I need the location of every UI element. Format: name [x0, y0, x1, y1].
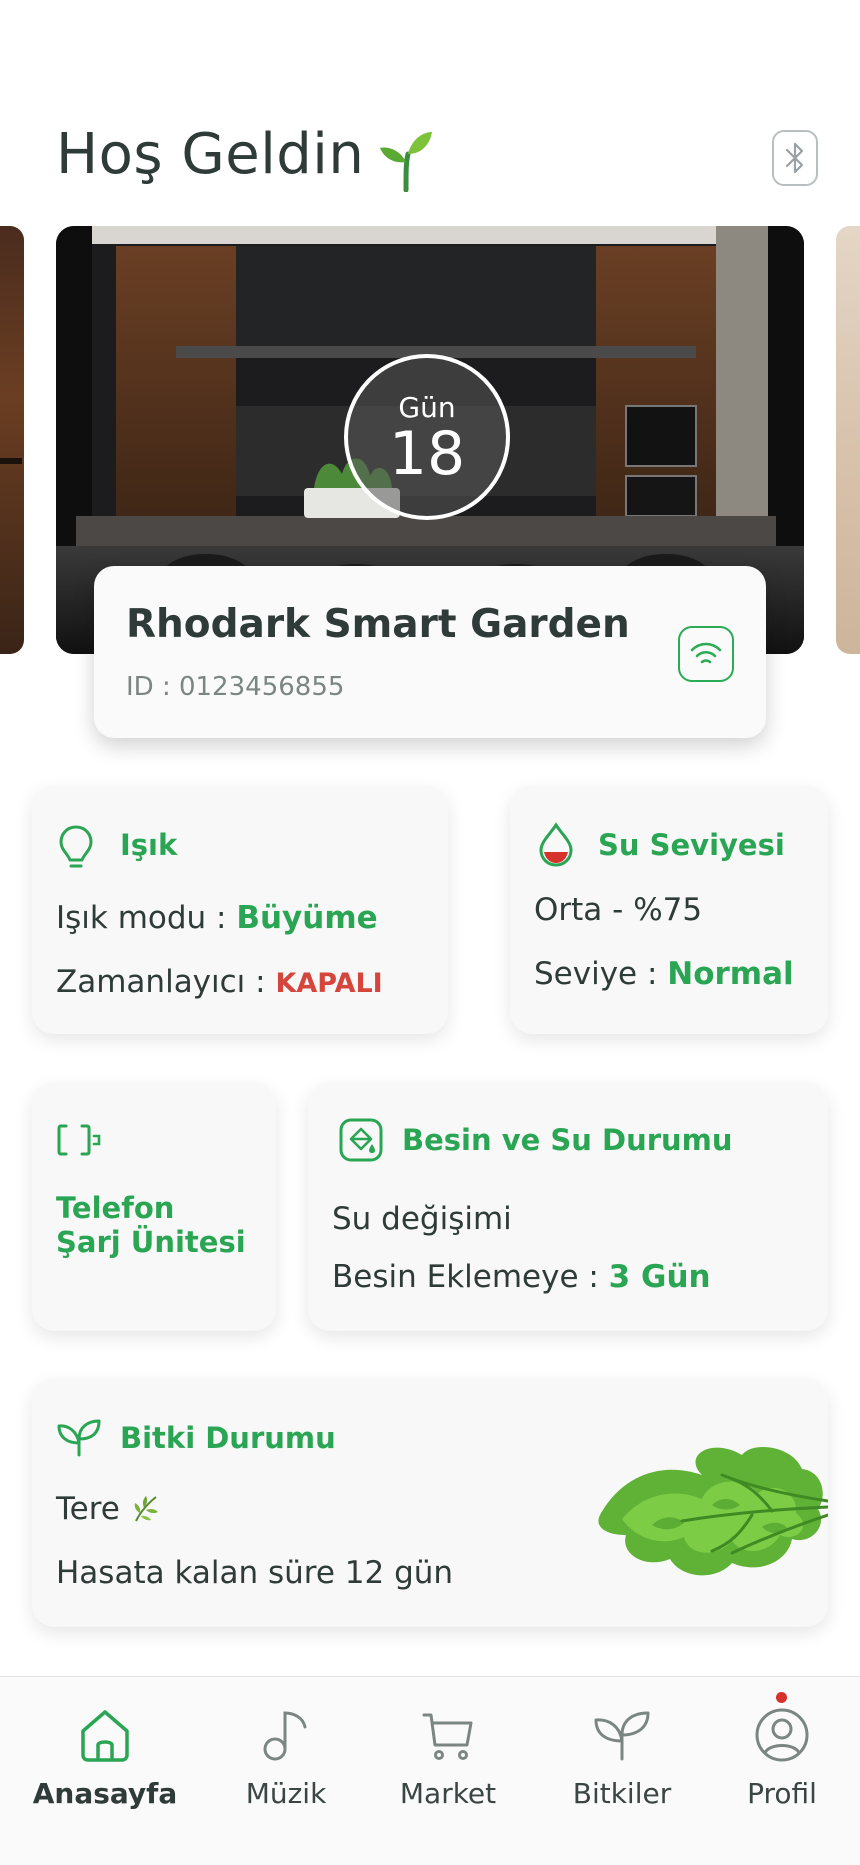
plant-name-row: Tere [56, 1491, 160, 1527]
nutrient-add-value: 3 Gün [608, 1259, 711, 1295]
timer-value: KAPALI [275, 968, 383, 999]
plant-name: Tere [56, 1491, 120, 1527]
profile-icon [755, 1708, 809, 1762]
music-note-icon [263, 1711, 307, 1761]
wifi-button[interactable] [678, 626, 734, 682]
phone-charger-title: Telefon Şarj Ünitesi [56, 1191, 246, 1259]
nutrient-add-row: Besin Eklemeye : 3 Gün [332, 1259, 711, 1295]
carousel-next-card[interactable] [836, 226, 860, 654]
plant-status-card[interactable]: Bitki Durumu Tere Hasata kalan süre 12 g… [32, 1379, 828, 1627]
bluetooth-button[interactable] [772, 130, 818, 186]
light-card[interactable]: Işık Işık modu : Büyüme Zamanlayıcı : KA… [32, 786, 448, 1034]
nutrient-add-label: Besin Eklemeye : [332, 1259, 609, 1295]
sprout-icon [380, 132, 432, 192]
phone-charge-icon [57, 1124, 101, 1156]
herb-icon [134, 1496, 158, 1522]
nav-profile-label: Profil [747, 1777, 817, 1810]
nav-market[interactable]: Market [396, 1707, 500, 1810]
phone-charger-title-line1: Telefon [56, 1191, 175, 1225]
device-card[interactable]: Rhodark Smart Garden ID : 0123456855 [94, 566, 766, 738]
plant-leaf-icon [57, 1419, 101, 1457]
nutrition-card[interactable]: Besin ve Su Durumu Su değişimi Besin Ekl… [308, 1083, 828, 1331]
profile-notification-dot [776, 1692, 787, 1703]
water-level-card[interactable]: Su Seviyesi Orta - %75 Seviye : Normal [510, 786, 828, 1034]
light-title: Işık [120, 828, 178, 862]
harvest-text: Hasata kalan süre 12 gün [56, 1555, 454, 1591]
nutrient-bucket-icon [339, 1118, 383, 1162]
nutrition-title: Besin ve Su Durumu [402, 1123, 733, 1157]
phone-charger-title-line2: Şarj Ünitesi [56, 1225, 246, 1259]
nav-music[interactable]: Müzik [234, 1707, 338, 1810]
nav-market-label: Market [399, 1777, 497, 1810]
nav-plants-label: Bitkiler [572, 1777, 672, 1810]
nav-music-label: Müzik [245, 1777, 327, 1810]
plants-icon [594, 1711, 650, 1761]
bluetooth-icon [785, 142, 804, 174]
water-status-row: Seviye : Normal [534, 956, 794, 992]
timer-row: Zamanlayıcı : KAPALI [56, 964, 383, 1000]
water-drop-icon [539, 822, 573, 867]
device-id: ID : 0123456855 [126, 672, 345, 702]
light-mode-value: Büyüme [236, 900, 378, 936]
timer-label: Zamanlayıcı : [56, 964, 276, 1000]
light-mode-label: Işık modu : [56, 900, 237, 936]
bottom-navigation: Anasayfa Müzik Market Bitkiler Profil [0, 1676, 860, 1865]
water-level-text: Orta - %75 [534, 892, 703, 928]
water-status-value: Normal [667, 956, 794, 992]
wifi-icon [690, 642, 722, 664]
water-change-text: Su değişimi [332, 1201, 512, 1237]
page-title: Hoş Geldin [56, 122, 365, 187]
nav-plants[interactable]: Bitkiler [560, 1707, 684, 1810]
home-icon [81, 1710, 129, 1762]
day-counter-badge: Gün 18 [344, 354, 510, 520]
day-number: 18 [388, 419, 466, 489]
device-name: Rhodark Smart Garden [126, 602, 630, 647]
nav-home[interactable]: Anasayfa [33, 1707, 177, 1810]
water-status-label: Seviye : [534, 956, 668, 992]
cress-plant-image [598, 1446, 828, 1576]
bulb-icon [59, 825, 93, 868]
plant-status-title: Bitki Durumu [120, 1421, 336, 1455]
phone-charger-card[interactable]: Telefon Şarj Ünitesi [32, 1083, 276, 1331]
cart-icon [422, 1713, 473, 1760]
carousel-prev-card[interactable] [0, 226, 24, 654]
water-level-title: Su Seviyesi [598, 828, 785, 862]
light-mode-row: Işık modu : Büyüme [56, 900, 378, 936]
nav-home-label: Anasayfa [32, 1777, 178, 1810]
nav-profile[interactable]: Profil [730, 1707, 834, 1810]
